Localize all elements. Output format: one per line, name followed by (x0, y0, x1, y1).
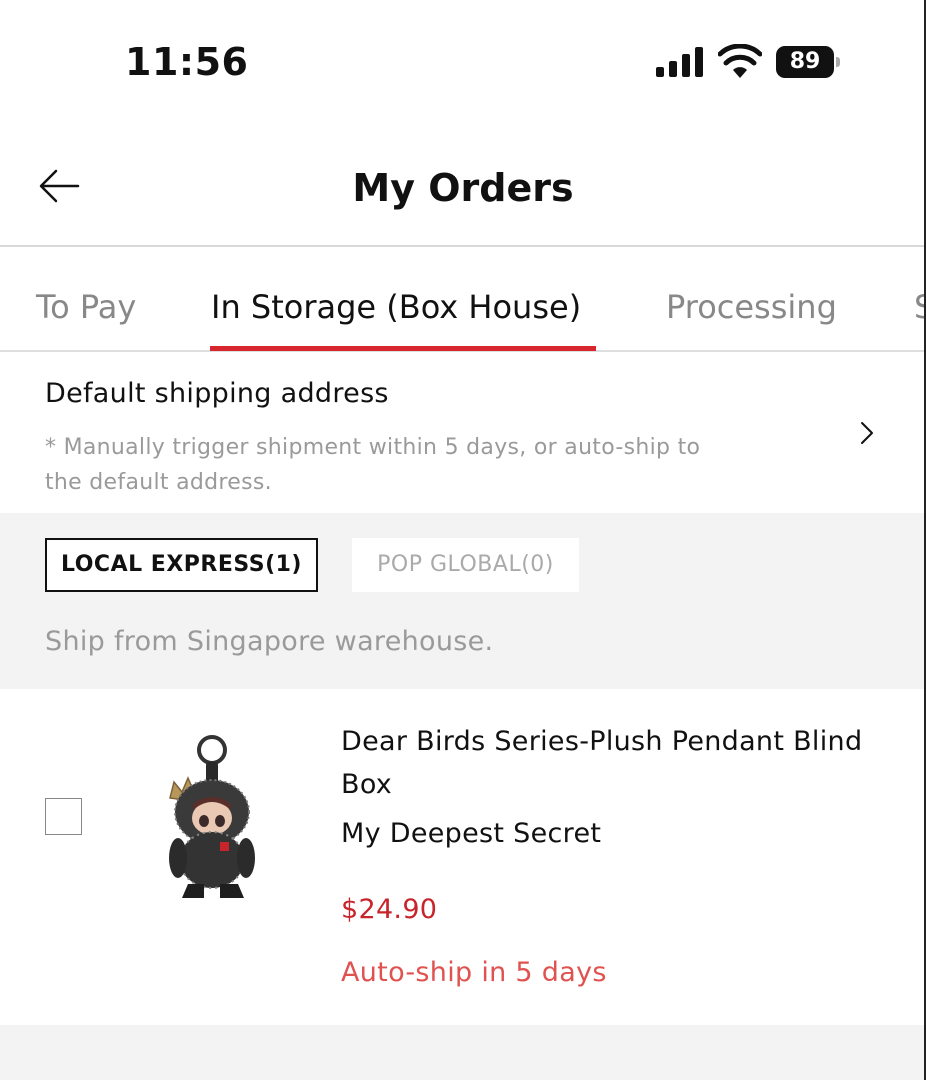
chevron-right-icon[interactable] (855, 420, 877, 446)
product-checkbox[interactable] (45, 798, 82, 835)
pop-global-button[interactable]: POP GLOBAL(0) (352, 538, 579, 592)
address-note: * Manually trigger shipment within 5 day… (45, 435, 701, 495)
tab-processing[interactable]: Processing (666, 288, 837, 326)
signal-icon (656, 47, 703, 77)
page-title: My Orders (352, 166, 574, 210)
wifi-icon (718, 44, 762, 78)
bottom-spacer (0, 1025, 926, 1080)
header-divider (0, 245, 926, 247)
tab-to-pay[interactable]: To Pay (36, 288, 136, 326)
status-time: 11:56 (125, 40, 249, 84)
ship-from-text: Ship from Singapore warehouse. (45, 626, 494, 657)
battery-level: 89 (776, 46, 834, 78)
product-price: $24.90 (341, 894, 438, 925)
default-address-title[interactable]: Default shipping address (45, 378, 389, 409)
local-express-button[interactable]: LOCAL EXPRESS(1) (45, 538, 318, 592)
product-name[interactable]: Dear Birds Series-Plush Pendant Blind Bo… (341, 720, 901, 806)
product-variant: My Deepest Secret (341, 818, 602, 849)
tab-in-storage[interactable]: In Storage (Box House) (211, 288, 581, 326)
autoship-notice: Auto-ship in 5 days (341, 957, 607, 988)
active-tab-indicator (210, 346, 596, 351)
battery-icon: 89 (776, 46, 840, 78)
product-image (169, 735, 255, 898)
